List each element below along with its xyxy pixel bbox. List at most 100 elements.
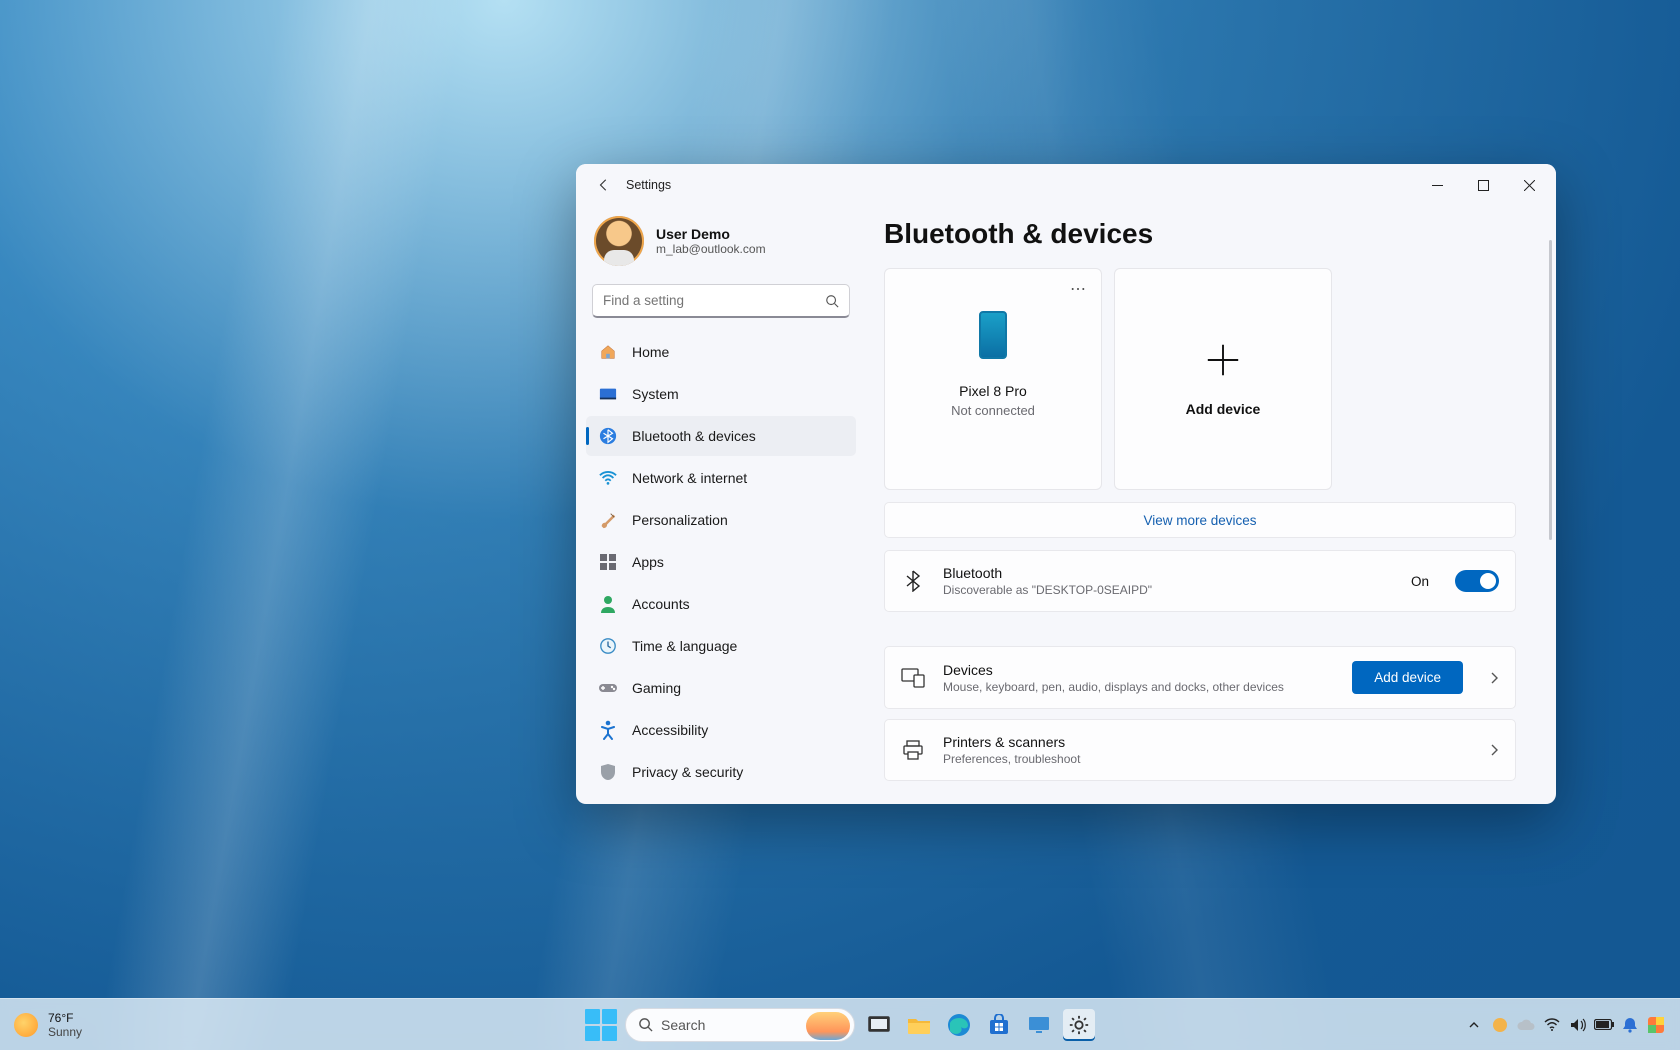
scrollbar[interactable] (1549, 240, 1552, 540)
nav-gaming-label: Gaming (632, 680, 681, 696)
settings-window: Settings User Demo m_lab@outlook.com (576, 164, 1556, 804)
shield-icon (598, 762, 618, 782)
nav-accounts-label: Accounts (632, 596, 690, 612)
nav-home-label: Home (632, 344, 669, 360)
nav-privacy-label: Privacy & security (632, 764, 743, 780)
sidebar-search[interactable] (592, 284, 850, 318)
tray-volume-icon[interactable] (1568, 1015, 1588, 1035)
device-card-name: Pixel 8 Pro (959, 383, 1027, 399)
store-icon (988, 1014, 1010, 1036)
profile-name: User Demo (656, 226, 766, 242)
devices-row-title: Devices (943, 662, 1334, 678)
nav-accessibility-label: Accessibility (632, 722, 708, 738)
tray-app-icon-1[interactable] (1490, 1015, 1510, 1035)
monitor-icon (1027, 1015, 1051, 1035)
nav-apps[interactable]: Apps (586, 542, 856, 582)
apps-icon (598, 552, 618, 572)
start-button[interactable] (585, 1009, 617, 1041)
tray-chevron-up-icon[interactable] (1464, 1015, 1484, 1035)
nav-system-label: System (632, 386, 679, 402)
home-icon (598, 342, 618, 362)
plus-icon (1204, 341, 1242, 379)
back-button[interactable] (590, 171, 618, 199)
system-icon (598, 384, 618, 404)
tray-battery-icon[interactable] (1594, 1015, 1614, 1035)
main-panel: Bluetooth & devices ⋯ Pixel 8 Pro Not co… (866, 206, 1556, 804)
clock-icon (598, 636, 618, 656)
nav-bluetooth-label: Bluetooth & devices (632, 428, 756, 444)
taskbar-store[interactable] (983, 1009, 1015, 1041)
view-more-devices-label: View more devices (1143, 513, 1256, 528)
nav-gaming[interactable]: Gaming (586, 668, 856, 708)
bluetooth-glyph-icon (901, 569, 925, 593)
bluetooth-icon (598, 426, 618, 446)
devices-icon (901, 666, 925, 690)
taskbar-search[interactable]: Search (625, 1008, 855, 1042)
printer-icon (901, 738, 925, 762)
taskbar-search-placeholder: Search (661, 1017, 705, 1033)
bluetooth-toggle-row: Bluetooth Discoverable as "DESKTOP-0SEAI… (884, 550, 1516, 612)
minimize-button[interactable] (1414, 169, 1460, 201)
taskbar-edge[interactable] (943, 1009, 975, 1041)
taskbar-settings[interactable] (1063, 1009, 1095, 1041)
close-button[interactable] (1506, 169, 1552, 201)
chevron-right-icon (1491, 744, 1499, 756)
search-icon (825, 294, 839, 308)
bluetooth-row-title: Bluetooth (943, 565, 1393, 581)
view-more-devices-link[interactable]: View more devices (884, 502, 1516, 538)
nav-apps-label: Apps (632, 554, 664, 570)
gear-icon (1068, 1014, 1090, 1036)
edge-icon (947, 1013, 971, 1037)
gamepad-icon (598, 678, 618, 698)
tray-onedrive-icon[interactable] (1516, 1015, 1536, 1035)
nav-personalization[interactable]: Personalization (586, 500, 856, 540)
weather-temp: 76°F (48, 1011, 82, 1025)
device-card-pixel[interactable]: ⋯ Pixel 8 Pro Not connected (884, 268, 1102, 490)
add-device-card[interactable]: Add device (1114, 268, 1332, 490)
tray-app-icon-2[interactable] (1646, 1015, 1666, 1035)
bluetooth-state-label: On (1411, 574, 1429, 589)
sidebar-search-input[interactable] (603, 293, 825, 308)
windows-logo-icon (585, 1009, 617, 1041)
nav-privacy[interactable]: Privacy & security (586, 752, 856, 792)
profile-email: m_lab@outlook.com (656, 242, 766, 256)
taskbar-app-generic[interactable] (1023, 1009, 1055, 1041)
nav-time-label: Time & language (632, 638, 737, 654)
sidebar: User Demo m_lab@outlook.com Home System (576, 206, 866, 804)
nav-time[interactable]: Time & language (586, 626, 856, 666)
taskbar-explorer[interactable] (903, 1009, 935, 1041)
maximize-button[interactable] (1460, 169, 1506, 201)
person-icon (598, 594, 618, 614)
accessibility-icon (598, 720, 618, 740)
nav-list: Home System Bluetooth & devices Network … (586, 332, 856, 792)
profile-block[interactable]: User Demo m_lab@outlook.com (586, 210, 856, 280)
brush-icon (598, 510, 618, 530)
nav-home[interactable]: Home (586, 332, 856, 372)
device-card-status: Not connected (951, 403, 1035, 418)
taskbar: 76°F Sunny Search (0, 998, 1680, 1050)
nav-personalization-label: Personalization (632, 512, 728, 528)
nav-bluetooth[interactable]: Bluetooth & devices (586, 416, 856, 456)
device-card-more[interactable]: ⋯ (1070, 279, 1087, 299)
nav-accessibility[interactable]: Accessibility (586, 710, 856, 750)
search-highlight-icon (806, 1012, 850, 1040)
window-title: Settings (626, 178, 671, 192)
tray-notification-icon[interactable] (1620, 1015, 1640, 1035)
nav-accounts[interactable]: Accounts (586, 584, 856, 624)
printers-row[interactable]: Printers & scanners Preferences, trouble… (884, 719, 1516, 781)
add-device-button[interactable]: Add device (1352, 661, 1463, 694)
maximize-icon (1478, 180, 1489, 191)
tray-wifi-icon[interactable] (1542, 1015, 1562, 1035)
titlebar: Settings (576, 164, 1556, 206)
devices-row-subtitle: Mouse, keyboard, pen, audio, displays an… (943, 680, 1334, 694)
bluetooth-toggle[interactable] (1455, 570, 1499, 592)
nav-system[interactable]: System (586, 374, 856, 414)
taskbar-weather[interactable]: 76°F Sunny (0, 1011, 82, 1039)
taskbar-taskview[interactable] (863, 1009, 895, 1041)
minimize-icon (1432, 180, 1443, 191)
nav-network[interactable]: Network & internet (586, 458, 856, 498)
printers-row-subtitle: Preferences, troubleshoot (943, 752, 1463, 766)
devices-row[interactable]: Devices Mouse, keyboard, pen, audio, dis… (884, 646, 1516, 709)
chevron-right-icon (1491, 672, 1499, 684)
sun-icon (14, 1013, 38, 1037)
